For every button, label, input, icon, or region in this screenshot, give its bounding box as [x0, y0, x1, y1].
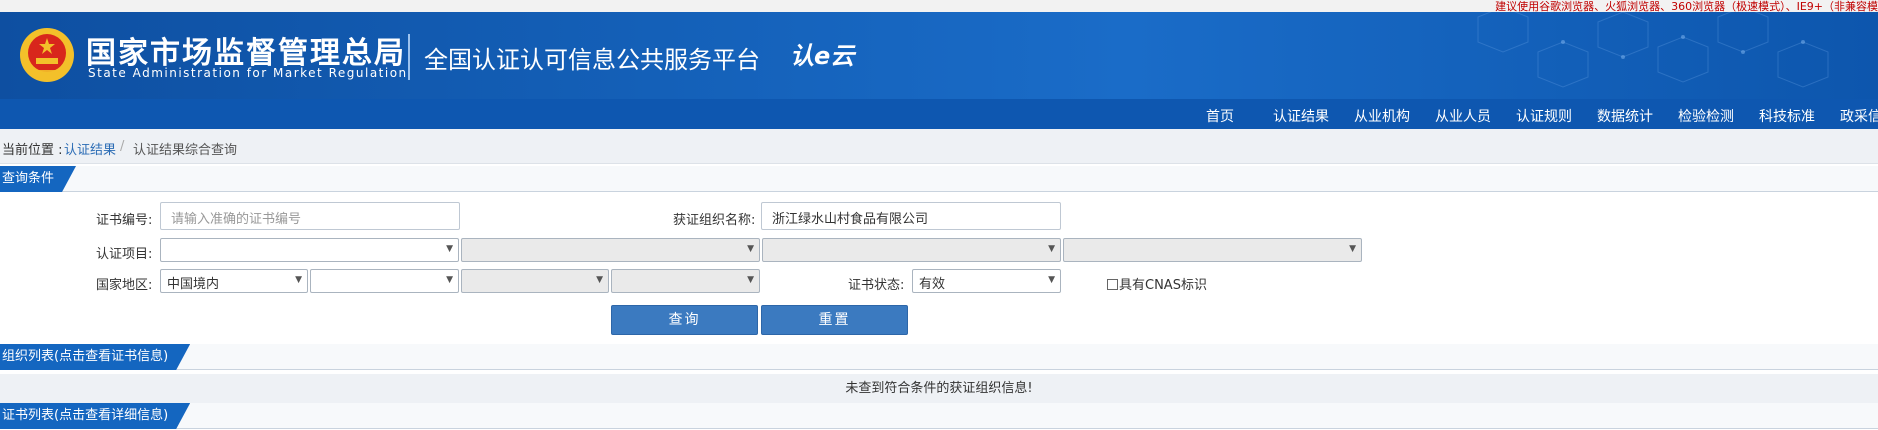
cert-no-label: 证书编号: [96, 213, 153, 228]
platform-title: 全国认证认可信息公共服务平台 [424, 46, 760, 74]
cert-status-label: 证书状态: [848, 278, 905, 293]
chevron-down-icon: ▼ [295, 275, 302, 285]
query-section-header: 查询条件 [0, 166, 1878, 192]
chevron-down-icon: ▼ [1048, 244, 1055, 254]
cnas-label: 具有CNAS标识 [1119, 278, 1207, 293]
org-list-empty-message: 未查到符合条件的获证组织信息! [0, 374, 1878, 404]
main-nav: 首页 认证结果 从业机构 从业人员 认证规则 数据统计 检验检测 科技标准 政采… [0, 99, 1878, 129]
hexagon-pattern-decoration [1477, 12, 1829, 88]
chevron-down-icon: ▼ [446, 275, 453, 285]
nav-item-standards[interactable]: 科技标准 [1759, 106, 1815, 126]
breadcrumb-link-cert-results[interactable]: 认证结果 [64, 139, 116, 158]
province-select[interactable]: ▼ [310, 269, 459, 293]
nav-item-inspection[interactable]: 检验检测 [1678, 106, 1734, 126]
cert-status-select[interactable]: 有效 ▼ [912, 269, 1061, 293]
org-name-label: 获证组织名称: [673, 213, 756, 228]
cnas-checkbox[interactable] [1107, 279, 1118, 290]
chevron-down-icon: ▼ [1048, 275, 1055, 285]
country-label: 国家地区: [96, 278, 153, 293]
org-name-en: State Administration for Market Regulati… [88, 66, 408, 80]
chevron-down-icon: ▼ [446, 244, 453, 254]
breadcrumb-separator: / [120, 139, 125, 154]
cnas-option: 具有CNAS标识 [1107, 274, 1207, 293]
org-name-input[interactable]: 浙江绿水山村食品有限公司 [761, 202, 1061, 230]
country-select[interactable]: 中国境内 ▼ [160, 269, 308, 293]
nav-item-personnel[interactable]: 从业人员 [1435, 106, 1491, 126]
breadcrumb: 当前位置 : 认证结果 / 认证结果综合查询 [0, 129, 1878, 164]
nav-item-home[interactable]: 首页 [1206, 106, 1234, 126]
cert-project-select-2: ▼ [461, 238, 760, 262]
chevron-down-icon: ▼ [596, 275, 603, 285]
header-divider [408, 34, 410, 80]
top-strip: 建议使用谷歌浏览器、火狐浏览器、360浏览器（极速模式）、IE9+（非兼容模 [0, 0, 1878, 13]
nav-item-gov-credit[interactable]: 政采信 [1840, 106, 1878, 126]
cert-project-select-3: ▼ [762, 238, 1061, 262]
cert-list-header: 证书列表(点击查看详细信息) [0, 403, 1878, 429]
org-list-title: 组织列表(点击查看证书信息) [0, 344, 190, 370]
cert-list-title: 证书列表(点击查看详细信息) [0, 403, 190, 429]
cert-project-select-4: ▼ [1063, 238, 1362, 262]
cert-project-select-1[interactable]: ▼ [160, 238, 459, 262]
district-select: ▼ [611, 269, 760, 293]
country-select-value: 中国境内 [167, 277, 220, 292]
cert-project-label: 认证项目: [96, 247, 153, 262]
city-select: ▼ [461, 269, 609, 293]
query-button[interactable]: 查询 [611, 305, 758, 335]
cert-no-input[interactable]: 请输入准确的证书编号 [160, 202, 460, 230]
header-banner: 国家市场监督管理总局 State Administration for Mark… [0, 12, 1878, 99]
national-emblem-icon [20, 28, 74, 82]
nav-item-cert-rules[interactable]: 认证规则 [1516, 106, 1572, 126]
breadcrumb-prefix: 当前位置 : [2, 143, 63, 158]
chevron-down-icon: ▼ [1349, 244, 1356, 254]
brand-logo: 认e云 [790, 42, 855, 70]
nav-item-institutions[interactable]: 从业机构 [1354, 106, 1410, 126]
breadcrumb-current: 认证结果综合查询 [133, 143, 238, 158]
org-list-header: 组织列表(点击查看证书信息) [0, 344, 1878, 370]
cert-status-value: 有效 [919, 277, 946, 292]
chevron-down-icon: ▼ [747, 244, 754, 254]
chevron-down-icon: ▼ [747, 275, 754, 285]
query-section-title: 查询条件 [0, 166, 76, 192]
nav-item-cert-results[interactable]: 认证结果 [1273, 106, 1329, 126]
nav-item-statistics[interactable]: 数据统计 [1597, 106, 1653, 126]
reset-button[interactable]: 重置 [761, 305, 908, 335]
